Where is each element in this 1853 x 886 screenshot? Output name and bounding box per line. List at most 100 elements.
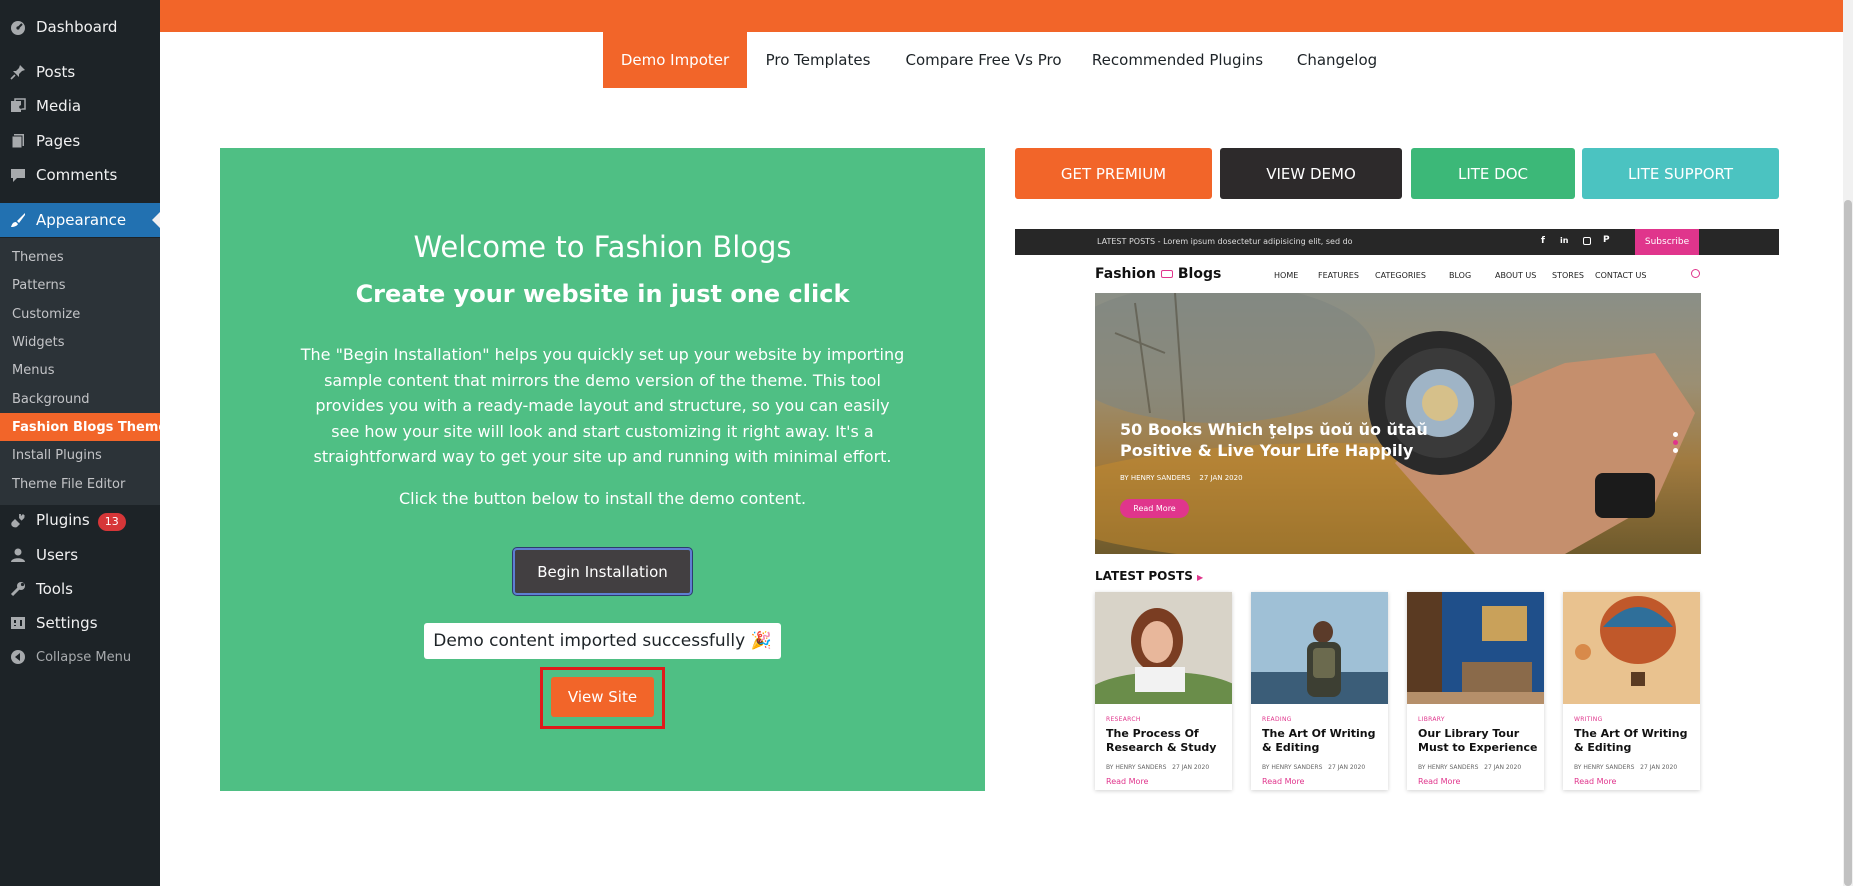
latest-posts-heading: LATEST POSTS ▶ bbox=[1095, 569, 1203, 583]
plug-icon bbox=[10, 513, 26, 529]
menu-label: Media bbox=[36, 97, 82, 115]
submenu-install-plugins[interactable]: Install Plugins bbox=[0, 441, 160, 469]
submenu-fashion-blogs-theme[interactable]: Fashion Blogs Theme bbox=[0, 413, 167, 441]
page-scrollbar[interactable] bbox=[1843, 0, 1853, 886]
submenu-menus[interactable]: Menus bbox=[0, 356, 160, 384]
menu-settings[interactable]: Settings bbox=[0, 606, 160, 640]
menu-dashboard[interactable]: Dashboard bbox=[0, 10, 160, 44]
slider-dot bbox=[1673, 448, 1678, 453]
submenu-themes[interactable]: Themes bbox=[0, 243, 160, 271]
comment-icon bbox=[10, 167, 26, 183]
hero-title: 50 Books Which ţelps ŭoŭ ŭo ŭtaŭ Positiv… bbox=[1120, 419, 1428, 461]
post-date: 27 JAN 2020 bbox=[1640, 764, 1678, 771]
brush-icon bbox=[10, 212, 26, 228]
settings-icon bbox=[10, 615, 26, 631]
menu-tools[interactable]: Tools bbox=[0, 572, 160, 606]
post-meta: BY HENRY SANDERS 27 JAN 2020 bbox=[1106, 764, 1209, 771]
dashboard-icon bbox=[10, 19, 26, 35]
menu-collapse[interactable]: Collapse Menu bbox=[0, 640, 160, 674]
pin-icon bbox=[10, 64, 26, 80]
post-category: RESEARCH bbox=[1106, 716, 1141, 723]
preview-nav-about: ABOUT US bbox=[1495, 271, 1537, 280]
lite-doc-button[interactable]: LITE DOC bbox=[1411, 148, 1575, 199]
preview-nav-blog: BLOG bbox=[1449, 271, 1472, 280]
post-card: WRITING The Art Of Writing & Editing BY … bbox=[1563, 592, 1700, 790]
arrow-right-icon: ▶ bbox=[1197, 573, 1204, 582]
post-card: LIBRARY Our Library Tour Must to Experie… bbox=[1407, 592, 1544, 790]
wrench-icon bbox=[10, 581, 26, 597]
menu-plugins[interactable]: Plugins 13 bbox=[0, 504, 160, 538]
theme-preview-image: LATEST POSTS - Lorem ipsum dosectetur ad… bbox=[1015, 229, 1779, 804]
menu-label: Plugins 13 bbox=[36, 511, 126, 531]
preview-nav-features: FEATURES bbox=[1318, 271, 1359, 280]
begin-installation-button[interactable]: Begin Installation bbox=[513, 548, 692, 595]
post-image bbox=[1563, 592, 1700, 704]
post-author: BY HENRY SANDERS bbox=[1574, 764, 1635, 771]
appearance-submenu: Themes Patterns Customize Widgets Menus … bbox=[0, 238, 167, 505]
tab-recommended-plugins[interactable]: Recommended Plugins bbox=[1078, 32, 1277, 88]
plugins-label: Plugins bbox=[36, 511, 90, 529]
submenu-customize[interactable]: Customize bbox=[0, 300, 160, 328]
post-image bbox=[1095, 592, 1232, 704]
menu-media[interactable]: Media bbox=[0, 89, 160, 123]
get-premium-button[interactable]: GET PREMIUM bbox=[1015, 148, 1212, 199]
submenu-patterns[interactable]: Patterns bbox=[0, 271, 160, 299]
tab-compare-free-vs-pro[interactable]: Compare Free Vs Pro bbox=[889, 32, 1078, 88]
preview-nav: Fashion Blogs HOME FEATURES CATEGORIES BL… bbox=[1095, 264, 1700, 286]
menu-comments[interactable]: Comments bbox=[0, 158, 160, 192]
media-icon bbox=[10, 98, 26, 114]
menu-appearance[interactable]: Appearance bbox=[0, 203, 160, 237]
pinterest-icon: P bbox=[1603, 235, 1610, 245]
tab-demo-impoter[interactable]: Demo Impoter bbox=[603, 32, 747, 88]
hero-title-line-2: Positive & Live Your Life Happily bbox=[1120, 441, 1414, 460]
user-icon bbox=[10, 547, 26, 563]
preview-topbar-text: LATEST POSTS - Lorem ipsum dosectetur ad… bbox=[1097, 237, 1353, 246]
tab-pro-templates[interactable]: Pro Templates bbox=[747, 32, 889, 88]
tab-changelog[interactable]: Changelog bbox=[1277, 32, 1397, 88]
current-arrow-icon bbox=[152, 212, 160, 228]
submenu-widgets[interactable]: Widgets bbox=[0, 328, 160, 356]
menu-label: Appearance bbox=[36, 211, 127, 229]
post-read-more: Read More bbox=[1106, 777, 1149, 786]
post-meta: BY HENRY SANDERS 27 JAN 2020 bbox=[1418, 764, 1521, 771]
logo-left: Fashion bbox=[1095, 266, 1156, 282]
menu-label: Posts bbox=[36, 63, 76, 81]
preview-logo: Fashion Blogs bbox=[1095, 266, 1221, 282]
lite-support-button[interactable]: LITE SUPPORT bbox=[1582, 148, 1779, 199]
logo-right: Blogs bbox=[1177, 266, 1222, 282]
preview-nav-home: HOME bbox=[1274, 271, 1299, 280]
submenu-theme-file-editor[interactable]: Theme File Editor bbox=[0, 470, 160, 498]
view-demo-button[interactable]: VIEW DEMO bbox=[1220, 148, 1402, 199]
hero-author: BY HENRY SANDERS bbox=[1120, 474, 1191, 482]
post-read-more: Read More bbox=[1262, 777, 1305, 786]
scrollbar-thumb[interactable] bbox=[1844, 200, 1852, 886]
submenu-background[interactable]: Background bbox=[0, 385, 160, 413]
collapse-icon bbox=[10, 649, 26, 665]
post-meta: BY HENRY SANDERS 27 JAN 2020 bbox=[1262, 764, 1365, 771]
demo-import-panel: Welcome to Fashion Blogs Create your web… bbox=[220, 148, 985, 791]
menu-label: Collapse Menu bbox=[36, 649, 132, 665]
menu-pages[interactable]: Pages bbox=[0, 124, 160, 158]
preview-nav-categories: CATEGORIES bbox=[1375, 271, 1426, 280]
pages-icon bbox=[10, 133, 26, 149]
panel-instruction: Click the button below to install the de… bbox=[398, 489, 807, 508]
menu-label: Dashboard bbox=[36, 18, 118, 36]
post-title: The Art Of Writing & Editing bbox=[1574, 727, 1688, 754]
preview-subscribe-button: Subscribe bbox=[1635, 229, 1699, 255]
slider-dot bbox=[1673, 432, 1678, 437]
preview-nav-stores: STORES bbox=[1552, 271, 1584, 280]
menu-label: Settings bbox=[36, 614, 98, 632]
menu-posts[interactable]: Posts bbox=[0, 55, 160, 89]
hero-read-more: Read More bbox=[1120, 499, 1189, 518]
menu-users[interactable]: Users bbox=[0, 538, 160, 572]
post-title: The Process Of Research & Study bbox=[1106, 727, 1217, 754]
menu-label: Pages bbox=[36, 132, 81, 150]
instagram-icon bbox=[1583, 237, 1591, 245]
panel-subtitle: Create your website in just one click bbox=[355, 280, 850, 308]
admin-sidebar: Dashboard Posts Media Pages Comments App… bbox=[0, 0, 167, 886]
hero-title-line-1: 50 Books Which ţelps ŭoŭ ŭo ŭtaŭ bbox=[1120, 420, 1428, 439]
post-category: LIBRARY bbox=[1418, 716, 1445, 723]
post-date: 27 JAN 2020 bbox=[1172, 764, 1210, 771]
view-site-button[interactable]: View Site bbox=[551, 677, 654, 717]
theme-header-bar bbox=[160, 0, 1853, 32]
